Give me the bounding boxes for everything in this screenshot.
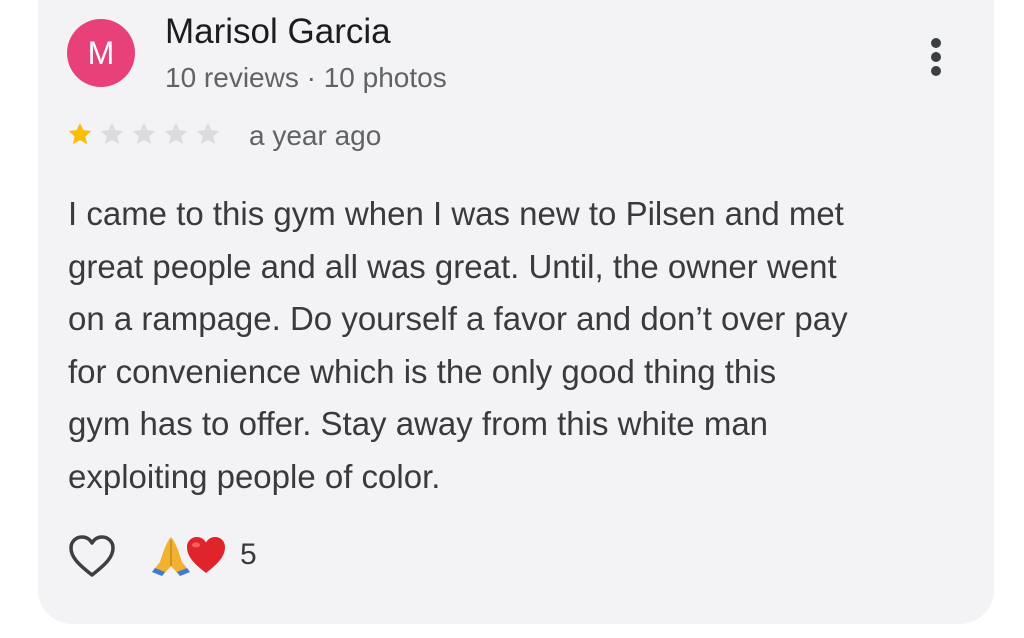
avatar-initial: M (87, 34, 115, 71)
star-icon (68, 122, 92, 145)
star-icon (164, 122, 188, 145)
author-name[interactable]: Marisol Garcia (165, 12, 391, 52)
more-vertical-icon (931, 38, 941, 76)
review-text: I came to this gym when I was new to Pil… (68, 188, 968, 503)
author-meta: 10 reviews · 10 photos (165, 62, 447, 93)
star-icon (100, 122, 124, 145)
heart-outline-icon (69, 535, 115, 577)
review-text-line: exploiting people of color. (68, 457, 441, 495)
review-text-line: great people and all was great. Until, t… (68, 247, 837, 285)
like-button[interactable] (66, 533, 118, 579)
star-icon (132, 122, 156, 145)
reactions-count: 5 (240, 538, 257, 571)
review-time: a year ago (249, 120, 382, 151)
review-text-line: I came to this gym when I was new to Pil… (68, 195, 844, 232)
review-text-line: gym has to offer. Stay away from this wh… (68, 405, 769, 442)
avatar[interactable]: M (67, 19, 135, 87)
review-text-line: on a rampage. Do yourself a favor and do… (68, 300, 848, 337)
more-options-button[interactable] (918, 36, 954, 80)
star-icon (196, 122, 220, 145)
star-rating (66, 120, 222, 148)
red-heart-emoji-icon (187, 537, 225, 573)
review-text-line: for convenience which is the only good t… (68, 352, 777, 390)
reactions[interactable]: 5 (148, 532, 257, 578)
